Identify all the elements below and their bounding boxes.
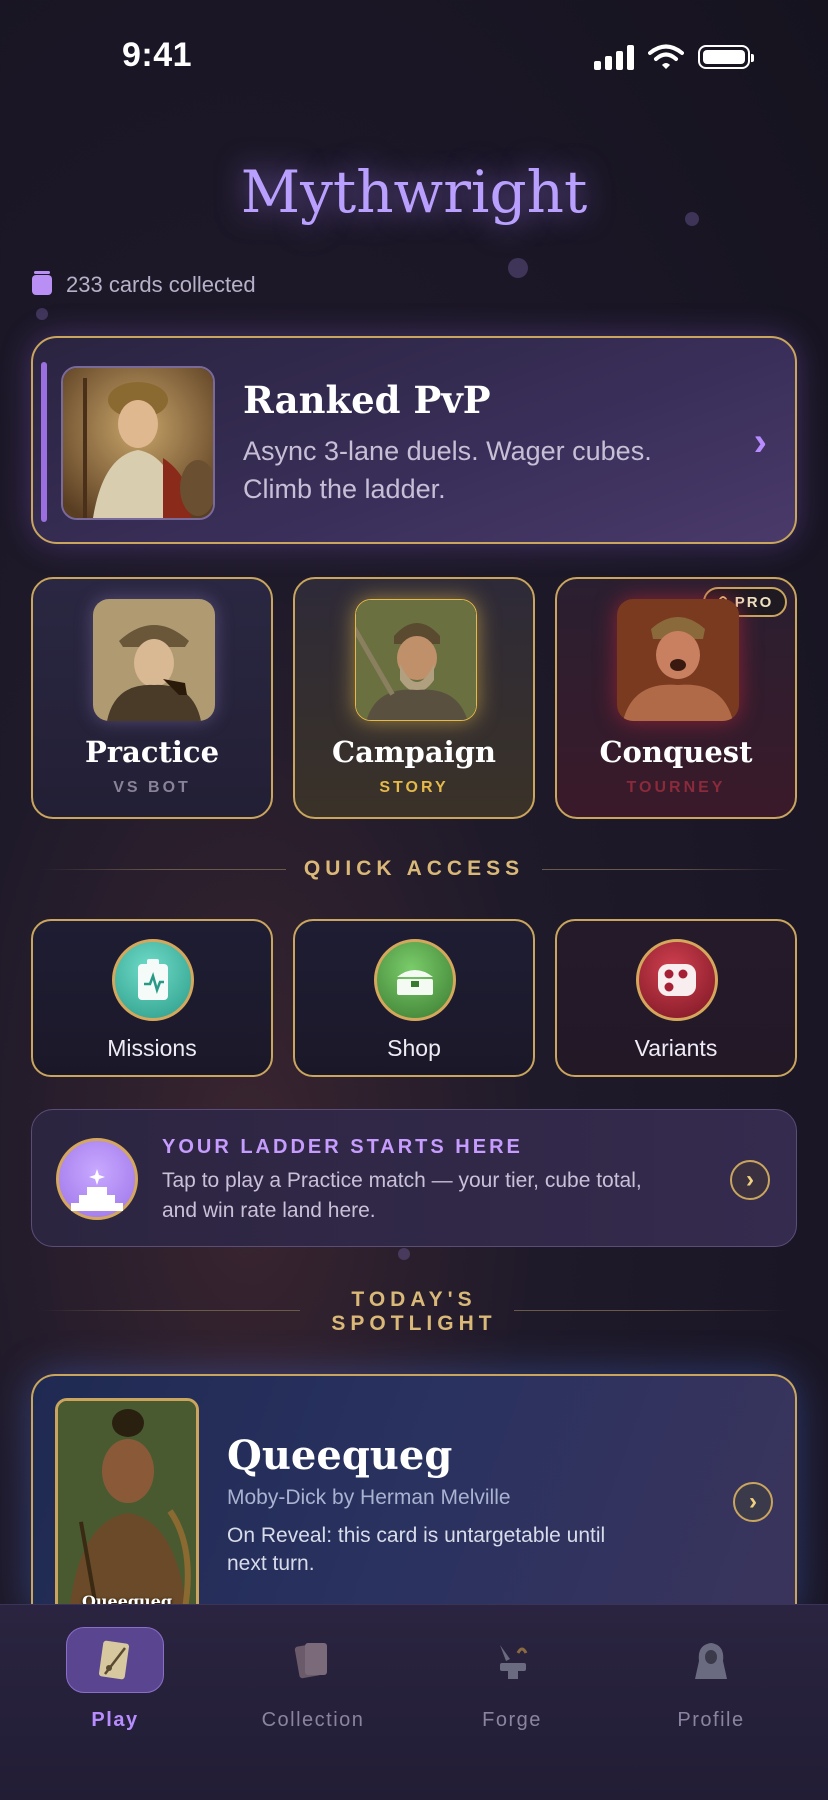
play-card-icon: [66, 1627, 164, 1693]
ambient-dot: [508, 258, 528, 278]
app-title: Mythwright: [240, 158, 588, 226]
quick-access-shop[interactable]: Shop: [293, 919, 535, 1077]
mode-subtitle: STORY: [379, 779, 449, 796]
cards-collected-text: 233 cards collected: [66, 272, 256, 297]
tab-label: Forge: [482, 1709, 542, 1731]
spotlight-heading-line1: TODAY'S: [351, 1288, 477, 1311]
chevron-right-icon: ›: [730, 1160, 770, 1200]
status-time: 9:41: [122, 36, 193, 74]
quick-access-missions[interactable]: Missions: [31, 919, 273, 1077]
quick-access-variants[interactable]: Variants: [555, 919, 797, 1077]
pro-badge-label: PRO: [734, 593, 774, 611]
tab-label: Profile: [677, 1709, 745, 1731]
mode-card-conquest[interactable]: PRO Conquest TOURNEY: [555, 577, 797, 819]
ambient-dot: [36, 308, 48, 320]
dice-icon: [636, 939, 718, 1021]
ambient-dot: [398, 1248, 410, 1260]
mode-subtitle: VS BOT: [113, 779, 191, 796]
ranked-description: Async 3-lane duels. Wager cubes. Climb t…: [243, 436, 652, 504]
accent-bar: [41, 362, 47, 522]
ladder-title: YOUR LADDER STARTS HERE: [162, 1136, 523, 1158]
chevron-right-icon: ›: [733, 1482, 773, 1522]
tab-bar: Play Collection Forge Profile: [0, 1604, 828, 1800]
quick-access-label: Variants: [634, 1035, 718, 1061]
spotlight-heading: TODAY'S SPOTLIGHT: [0, 1288, 828, 1336]
mode-title: Conquest: [599, 735, 753, 769]
divider: [514, 1310, 788, 1311]
chest-icon: [374, 939, 456, 1021]
spotlight-card[interactable]: Queequeg Queequeg Moby-Dick by Herman Me…: [31, 1374, 797, 1614]
chevron-right-icon: ›: [753, 420, 767, 464]
ladder-description: Tap to play a Practice match — your tier…: [162, 1169, 642, 1222]
cards-collected: 233 cards collected: [32, 271, 256, 298]
mode-subtitle: TOURNEY: [626, 779, 726, 796]
mode-title: Campaign: [331, 735, 496, 769]
mode-title: Practice: [84, 735, 220, 769]
quick-access-label: Missions: [107, 1035, 197, 1061]
spotlight-title: Queequeg: [227, 1432, 453, 1479]
mode-card-campaign[interactable]: Campaign STORY: [293, 577, 535, 819]
tab-profile[interactable]: Profile: [646, 1627, 796, 1747]
clipboard-icon: [112, 939, 194, 1021]
cellular-signal-icon: [594, 44, 634, 70]
ranked-pvp-card[interactable]: Ranked PvP Async 3-lane duels. Wager cub…: [31, 336, 797, 544]
tab-forge[interactable]: Forge: [447, 1627, 597, 1747]
anvil-icon: [463, 1627, 561, 1693]
sherlock-portrait: [93, 599, 215, 721]
spotlight-heading-line2: SPOTLIGHT: [331, 1312, 497, 1335]
tab-label: Play: [91, 1709, 139, 1731]
spotlight-source: Moby-Dick by Herman Melville: [227, 1486, 511, 1509]
ladder-banner[interactable]: YOUR LADDER STARTS HERE Tap to play a Pr…: [31, 1109, 797, 1247]
podium-icon: [56, 1138, 138, 1220]
hooded-figure-icon: [662, 1627, 760, 1693]
queequeg-card-art: Queequeg: [55, 1398, 199, 1614]
wifi-icon: [648, 44, 684, 69]
mode-card-practice[interactable]: Practice VS BOT: [31, 577, 273, 819]
ares-portrait: [617, 599, 739, 721]
tab-play[interactable]: Play: [50, 1627, 200, 1747]
warrior-portrait: [355, 599, 477, 721]
status-icons: [594, 44, 754, 70]
card-stack-icon: [264, 1627, 362, 1693]
quick-access-label: Shop: [387, 1035, 441, 1061]
battery-icon: [698, 45, 754, 69]
cards-icon: [32, 271, 52, 295]
tab-label: Collection: [261, 1709, 365, 1731]
tab-collection[interactable]: Collection: [248, 1627, 398, 1747]
divider: [542, 869, 788, 870]
ranked-title: Ranked PvP: [243, 378, 491, 422]
athena-portrait: [61, 366, 215, 520]
spotlight-description: On Reveal: this card is untargetable unt…: [227, 1524, 606, 1575]
